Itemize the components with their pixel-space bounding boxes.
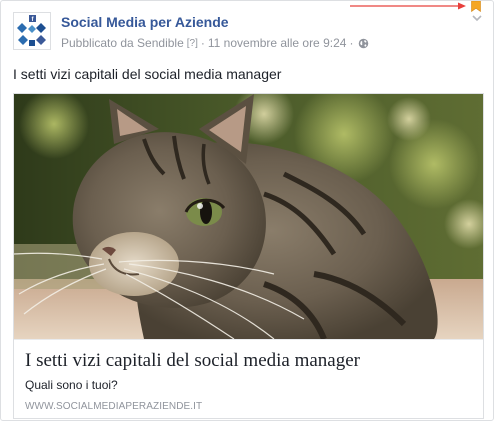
link-domain: WWW.SOCIALMEDIAPERAZIENDE.IT bbox=[25, 401, 203, 412]
post-meta: Pubblicato da Sendible [?] · 11 novembre… bbox=[61, 36, 369, 50]
page-avatar[interactable]: f bbox=[13, 12, 51, 50]
chevron-down-icon[interactable] bbox=[471, 14, 483, 22]
link-preview-card[interactable]: I setti vizi capitali del social media m… bbox=[13, 93, 484, 419]
link-description: Quali sono i tuoi? bbox=[25, 378, 118, 392]
bookmark-icon[interactable] bbox=[471, 1, 481, 12]
globe-icon[interactable] bbox=[358, 38, 369, 49]
page-name-link[interactable]: Social Media per Aziende bbox=[61, 14, 229, 30]
link-divider bbox=[14, 339, 483, 340]
cat-photo bbox=[14, 94, 483, 339]
post-message: I setti vizi capitali del social media m… bbox=[13, 66, 282, 82]
arrow-icon bbox=[349, 1, 467, 13]
avatar-logo-icon: f bbox=[14, 13, 50, 49]
meta-separator-2: · bbox=[349, 36, 354, 50]
help-marker[interactable]: [?] bbox=[187, 38, 198, 49]
link-title[interactable]: I setti vizi capitali del social media m… bbox=[25, 350, 360, 372]
link-preview-image[interactable] bbox=[14, 94, 483, 339]
meta-separator: · bbox=[200, 36, 205, 50]
post-card: f Social Media per Aziende Pubblicato da… bbox=[0, 0, 494, 421]
published-by-label: Pubblicato da Sendible bbox=[61, 36, 184, 50]
post-timestamp[interactable]: 11 novembre alle ore 9:24 bbox=[208, 36, 347, 50]
